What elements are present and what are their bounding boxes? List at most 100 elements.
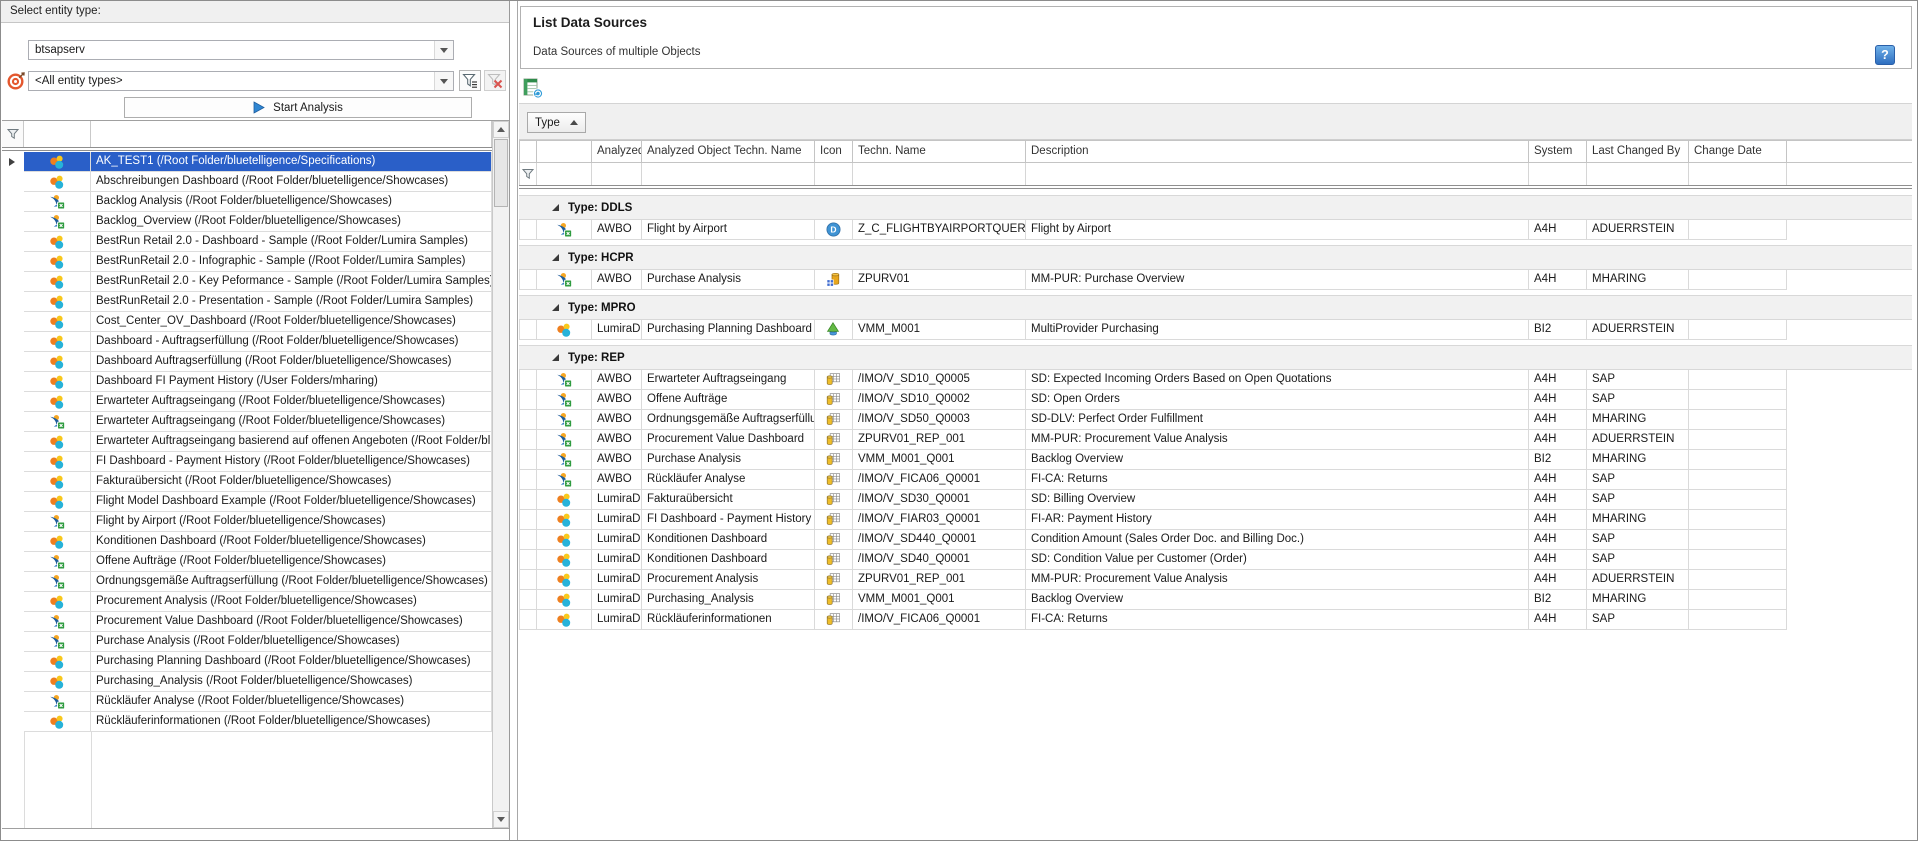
type-icon-cell — [815, 390, 853, 409]
techn-name-cell: ZPURV01_REP_001 — [853, 570, 1026, 589]
description-cell: FI-CA: Returns — [1026, 610, 1529, 629]
list-item[interactable]: FI Dashboard - Payment History (/Root Fo… — [24, 452, 492, 472]
table-row[interactable]: AWBOProcurement Value DashboardZPURV01_R… — [519, 430, 1787, 450]
filter-cell[interactable] — [1689, 163, 1787, 185]
analysis-workbook-icon — [556, 472, 572, 488]
list-item[interactable]: Rückläuferinformationen (/Root Folder/bl… — [24, 712, 492, 732]
list-item[interactable]: Fakturaübersicht (/Root Folder/bluetelli… — [24, 472, 492, 492]
lumira-document-icon — [556, 512, 572, 528]
table-row[interactable]: LumiraDocu...Konditionen Dashboard/IMO/V… — [519, 530, 1787, 550]
list-item[interactable]: Offene Aufträge (/Root Folder/bluetellig… — [24, 552, 492, 572]
filter-cell[interactable] — [537, 163, 592, 185]
list-item[interactable]: Flight Model Dashboard Example (/Root Fo… — [24, 492, 492, 512]
table-row[interactable]: LumiraDocu...FI Dashboard - Payment Hist… — [519, 510, 1787, 530]
list-item[interactable]: Procurement Analysis (/Root Folder/bluet… — [24, 592, 492, 612]
list-item[interactable]: Backlog Analysis (/Root Folder/bluetelli… — [24, 192, 492, 212]
group-row[interactable]: Type: HCPR — [519, 245, 1912, 270]
techn-name-cell: /IMO/V_SD440_Q0001 — [853, 530, 1026, 549]
column-header[interactable]: Analyzed Object Techn. Name — [642, 141, 815, 162]
list-item[interactable]: Purchase Analysis (/Root Folder/bluetell… — [24, 632, 492, 652]
group-row[interactable]: Type: DDLS — [519, 195, 1912, 220]
list-item[interactable]: Konditionen Dashboard (/Root Folder/blue… — [24, 532, 492, 552]
list-item[interactable]: Ordnungsgemäße Auftragserfüllung (/Root … — [24, 572, 492, 592]
filter-gutter-cell[interactable] — [519, 163, 537, 185]
vertical-scrollbar[interactable] — [492, 121, 509, 828]
server-combo[interactable]: btsapserv — [28, 40, 454, 60]
list-item[interactable]: Rückläufer Analyse (/Root Folder/bluetel… — [24, 692, 492, 712]
filter-cell[interactable] — [853, 163, 1026, 185]
table-row[interactable]: AWBORückläufer Analyse/IMO/V_FICA06_Q000… — [519, 470, 1787, 490]
group-row[interactable]: Type: MPRO — [519, 295, 1912, 320]
filter-gutter-cell[interactable] — [2, 121, 24, 147]
list-item[interactable]: Cost_Center_OV_Dashboard (/Root Folder/b… — [24, 312, 492, 332]
grid-body: Type: DDLSAWBOFlight by AirportDZ_C_FLIG… — [519, 195, 1913, 630]
table-row[interactable]: LumiraDocu...Procurement AnalysisZPURV01… — [519, 570, 1787, 590]
column-header[interactable]: System — [1529, 141, 1587, 162]
table-row[interactable]: AWBOPurchase AnalysisVMM_M001_Q001Backlo… — [519, 450, 1787, 470]
list-item-icon-cell — [24, 312, 91, 331]
column-header[interactable]: Change Date — [1689, 141, 1787, 162]
list-item[interactable]: BestRunRetail 2.0 - Presentation - Sampl… — [24, 292, 492, 312]
change-date-cell — [1689, 320, 1787, 339]
filter-cell[interactable] — [1587, 163, 1689, 185]
list-item[interactable]: Erwarteter Auftragseingang (/Root Folder… — [24, 392, 492, 412]
scroll-down-button[interactable] — [493, 811, 509, 828]
filter-cell[interactable] — [91, 121, 492, 147]
table-row[interactable]: AWBOPurchase AnalysisZPURV01MM-PUR: Purc… — [519, 270, 1787, 290]
table-row[interactable]: LumiraDocu...Purchasing Planning Dashboa… — [519, 320, 1787, 340]
scrollbar-thumb[interactable] — [494, 139, 508, 207]
list-item[interactable]: BestRun Retail 2.0 - Dashboard - Sample … — [24, 232, 492, 252]
list-item[interactable]: Flight by Airport (/Root Folder/bluetell… — [24, 512, 492, 532]
start-analysis-button[interactable]: Start Analysis — [124, 97, 472, 118]
filter-cell[interactable] — [24, 121, 91, 147]
table-row[interactable]: LumiraDocu...Konditionen Dashboard/IMO/V… — [519, 550, 1787, 570]
filter-cell[interactable] — [642, 163, 815, 185]
table-row[interactable]: AWBOFlight by AirportDZ_C_FLIGHTBYAIRPOR… — [519, 220, 1787, 240]
list-item[interactable]: Erwarteter Auftragseingang (/Root Folder… — [24, 412, 492, 432]
table-row[interactable]: AWBOOrdnungsgemäße Auftragserfüllung/IMO… — [519, 410, 1787, 430]
filter-cell[interactable] — [1026, 163, 1529, 185]
list-item[interactable]: Procurement Value Dashboard (/Root Folde… — [24, 612, 492, 632]
filter-cell[interactable] — [815, 163, 853, 185]
column-header[interactable]: Description — [1026, 141, 1529, 162]
column-header[interactable]: Analyzed Ob... — [592, 141, 642, 162]
list-item[interactable]: Purchasing_Analysis (/Root Folder/bluete… — [24, 672, 492, 692]
column-header[interactable] — [537, 141, 592, 162]
list-item[interactable]: AK_TEST1 (/Root Folder/bluetelligence/Sp… — [24, 152, 492, 172]
list-item[interactable]: Dashboard Auftragserfüllung (/Root Folde… — [24, 352, 492, 372]
list-item[interactable]: Dashboard FI Payment History (/User Fold… — [24, 372, 492, 392]
edit-filter-button[interactable] — [459, 70, 481, 91]
column-header[interactable]: Icon — [815, 141, 853, 162]
scroll-up-button[interactable] — [493, 121, 509, 138]
group-row[interactable]: Type: REP — [519, 345, 1912, 370]
list-item[interactable]: Purchasing Planning Dashboard (/Root Fol… — [24, 652, 492, 672]
table-row[interactable]: LumiraDocu...Purchasing_AnalysisVMM_M001… — [519, 590, 1787, 610]
list-item[interactable]: Abschreibungen Dashboard (/Root Folder/b… — [24, 172, 492, 192]
column-header[interactable]: Techn. Name — [853, 141, 1026, 162]
list-item[interactable]: Erwarteter Auftragseingang basierend auf… — [24, 432, 492, 452]
row-gutter-cell — [519, 450, 537, 469]
clear-filter-button[interactable] — [484, 70, 506, 91]
entity-type-combo-dropdown-button[interactable] — [434, 72, 453, 90]
filter-cell[interactable] — [1529, 163, 1587, 185]
system-cell: A4H — [1529, 530, 1587, 549]
group-expanded-icon — [552, 354, 559, 361]
entity-type-combo[interactable]: <All entity types> — [28, 71, 454, 91]
lumira-document-icon — [49, 354, 65, 370]
table-row[interactable]: AWBOErwarteter Auftragseingang/IMO/V_SD1… — [519, 370, 1787, 390]
list-item[interactable]: Backlog_Overview (/Root Folder/bluetelli… — [24, 212, 492, 232]
list-item[interactable]: BestRunRetail 2.0 - Infographic - Sample… — [24, 252, 492, 272]
list-item[interactable]: BestRunRetail 2.0 - Key Peformance - Sam… — [24, 272, 492, 292]
export-to-excel-button[interactable] — [521, 76, 545, 100]
group-by-type-chip[interactable]: Type — [527, 112, 586, 133]
list-item[interactable]: Dashboard - Auftragserfüllung (/Root Fol… — [24, 332, 492, 352]
help-button[interactable]: ? — [1875, 45, 1895, 65]
table-row[interactable]: LumiraDocu...Fakturaübersicht/IMO/V_SD30… — [519, 490, 1787, 510]
column-header[interactable]: Last Changed By — [1587, 141, 1689, 162]
server-combo-dropdown-button[interactable] — [434, 41, 453, 59]
filter-cell[interactable] — [592, 163, 642, 185]
table-row[interactable]: LumiraDocu...Rückläuferinformationen/IMO… — [519, 610, 1787, 630]
list-item-icon-cell — [24, 552, 91, 571]
table-row[interactable]: AWBOOffene Aufträge/IMO/V_SD10_Q0002SD: … — [519, 390, 1787, 410]
list-item-label: Purchase Analysis (/Root Folder/bluetell… — [91, 632, 492, 651]
